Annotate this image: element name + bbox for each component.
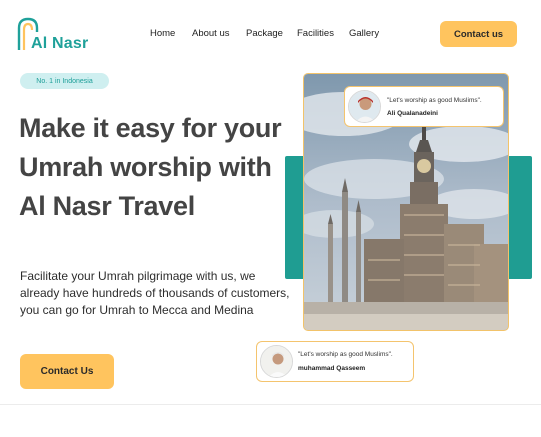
testimonial-card: "Let's worship as good Muslims". muhamma…: [256, 341, 414, 382]
contact-us-button[interactable]: Contact us: [440, 21, 517, 47]
brand-logo[interactable]: Al Nasr: [16, 16, 106, 54]
hero-subtext: Facilitate your Umrah pilgrimage with us…: [20, 269, 290, 317]
hero-contact-button[interactable]: Contact Us: [20, 354, 114, 389]
rank-badge: No. 1 in Indonesia: [20, 73, 109, 89]
brand-name: Al Nasr: [31, 35, 89, 52]
section-divider: [0, 404, 541, 405]
testimonial-quote: "Let's worship as good Muslims".: [387, 97, 482, 104]
testimonial-quote: "Let's worship as good Muslims".: [298, 351, 393, 358]
nav-about-us[interactable]: About us: [192, 28, 230, 39]
hero-headline: Make it easy for your Umrah worship with…: [19, 113, 282, 221]
nav-gallery[interactable]: Gallery: [349, 28, 379, 39]
nav-package[interactable]: Package: [246, 28, 283, 39]
nav-home[interactable]: Home: [150, 28, 175, 39]
testimonial-author: muhammad Qasseem: [298, 365, 366, 372]
testimonial-author: Ali Qualanadeini: [387, 110, 438, 117]
nav-facilities[interactable]: Facilities: [297, 28, 334, 39]
avatar: [260, 345, 293, 378]
testimonial-card: "Let's worship as good Muslims". Ali Qua…: [344, 86, 504, 127]
avatar: [348, 90, 381, 123]
